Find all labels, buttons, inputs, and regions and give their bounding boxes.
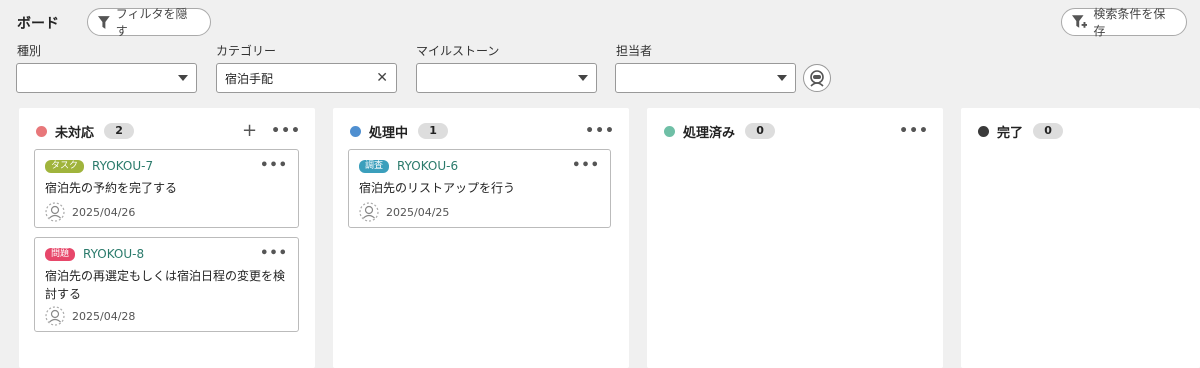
issue-type-badge: 問題: [45, 247, 76, 261]
avatar-icon: [810, 70, 824, 87]
column-header: 未対応 2 + •••: [36, 121, 301, 141]
due-date: 2025/04/25: [386, 205, 450, 219]
column-count: 2: [104, 123, 135, 139]
issue-title: 宿泊先のリストアップを行う: [359, 181, 516, 195]
category-select[interactable]: 宿泊手配 ✕: [216, 63, 397, 93]
save-search-button[interactable]: 検索条件を保存: [1061, 7, 1187, 38]
type-label: 種別: [17, 44, 42, 58]
due-date: 2025/04/28: [72, 309, 136, 323]
issue-key[interactable]: RYOKOU-7: [92, 159, 153, 173]
status-dot: [350, 125, 361, 137]
column-header: 完了 0: [978, 121, 1186, 141]
avatar-icon: [45, 306, 65, 326]
type-select[interactable]: [16, 63, 197, 93]
column-title: 処理済み: [683, 125, 736, 141]
category-label: カテゴリー: [216, 44, 277, 58]
assignee-select[interactable]: [615, 63, 796, 93]
column-count: 1: [418, 123, 449, 139]
status-dot: [664, 125, 675, 137]
issue-key[interactable]: RYOKOU-6: [397, 159, 458, 173]
status-dot: [36, 125, 47, 137]
column-title: 完了: [997, 125, 1024, 141]
assignee-label: 担当者: [616, 44, 653, 58]
status-dot: [978, 125, 989, 137]
chevron-down-icon: [777, 75, 787, 81]
category-value: 宿泊手配: [225, 71, 274, 86]
column-header: 処理中 1 •••: [350, 121, 615, 141]
column-header: 処理済み 0 •••: [664, 121, 929, 141]
hide-filter-label: フィルタを隠す: [115, 7, 188, 38]
column-count: 0: [745, 123, 776, 139]
board-column-resolved: 処理済み 0 •••: [647, 108, 943, 368]
issue-card[interactable]: 問題 RYOKOU-8 ••• 宿泊先の再選定もしくは宿泊日程の変更を検討する …: [34, 237, 299, 332]
board-column-todo: 未対応 2 + ••• タスク RYOKOU-7 ••• 宿泊先の予約を完了する…: [19, 108, 315, 368]
more-icon[interactable]: •••: [572, 158, 600, 173]
chevron-down-icon: [178, 75, 188, 81]
avatar-icon: [45, 202, 65, 222]
due-date: 2025/04/26: [72, 205, 136, 219]
board-column-in-progress: 処理中 1 ••• 調査 RYOKOU-6 ••• 宿泊先のリストアップを行う …: [333, 108, 629, 368]
add-icon[interactable]: +: [242, 122, 257, 140]
page-title: ボード: [17, 16, 59, 32]
more-icon[interactable]: •••: [260, 246, 288, 261]
column-title: 未対応: [55, 125, 95, 141]
assign-myself-button[interactable]: [803, 64, 831, 92]
board-column-closed: 完了 0: [961, 108, 1200, 368]
milestone-label: マイルストーン: [416, 44, 500, 58]
issue-card[interactable]: 調査 RYOKOU-6 ••• 宿泊先のリストアップを行う 2025/04/25: [348, 149, 611, 228]
more-icon[interactable]: •••: [585, 124, 615, 138]
issue-card[interactable]: タスク RYOKOU-7 ••• 宿泊先の予約を完了する 2025/04/26: [34, 149, 299, 228]
more-icon[interactable]: •••: [271, 124, 301, 138]
column-count: 0: [1033, 123, 1064, 139]
chevron-down-icon: [578, 75, 588, 81]
issue-key[interactable]: RYOKOU-8: [83, 247, 144, 261]
more-icon[interactable]: •••: [899, 124, 929, 138]
avatar-icon: [359, 202, 379, 222]
issue-title: 宿泊先の予約を完了する: [45, 181, 178, 195]
save-search-label: 検索条件を保存: [1093, 7, 1166, 38]
issue-title: 宿泊先の再選定もしくは宿泊日程の変更を検討する: [45, 269, 286, 301]
hide-filter-button[interactable]: フィルタを隠す: [87, 7, 211, 38]
filter-icon: [98, 15, 110, 29]
issue-type-badge: 調査: [359, 159, 390, 173]
clear-icon[interactable]: ✕: [376, 71, 388, 85]
filter-plus-icon: [1072, 14, 1088, 28]
issue-type-badge: タスク: [45, 159, 85, 173]
milestone-select[interactable]: [416, 63, 597, 93]
more-icon[interactable]: •••: [260, 158, 288, 173]
column-title: 処理中: [369, 125, 409, 141]
